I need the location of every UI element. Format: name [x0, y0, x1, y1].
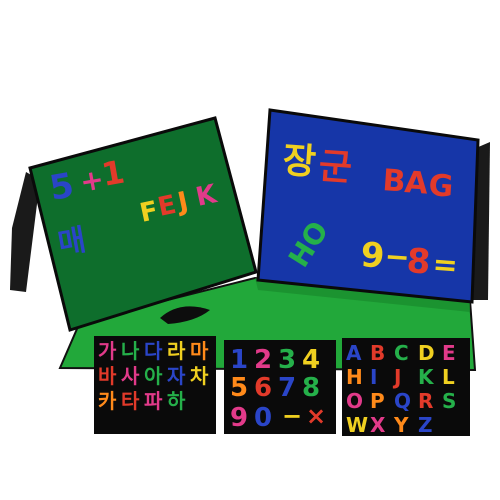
felt-char: 1 [230, 345, 248, 375]
felt-char: 9 [359, 235, 385, 277]
felt-char: Z [418, 413, 433, 437]
felt-char: 6 [254, 373, 272, 403]
felt-char: × [306, 402, 326, 430]
felt-char: 장 [281, 140, 317, 183]
felt-char: 라 [167, 339, 186, 363]
felt-char: 8 [405, 241, 431, 283]
felt-char: 파 [144, 389, 163, 413]
felt-char: 2 [254, 345, 272, 375]
product-photo: 5 + 1 F E J K 매 장 군 B A G HO 9 − 8 = 가나다… [10, 108, 490, 437]
felt-char: 사 [121, 364, 140, 388]
felt-char: 자 [167, 364, 186, 388]
felt-char: 9 [230, 403, 248, 433]
felt-char: 마 [190, 339, 209, 363]
felt-char: L [442, 365, 455, 389]
felt-char: K [418, 365, 435, 389]
felt-char: 아 [144, 364, 163, 388]
tile-korean-letters: 가 나 다 라 마바 사 아 자 차카 타 파 하 [94, 336, 216, 434]
felt-char: C [394, 341, 409, 365]
felt-char: D [418, 341, 435, 365]
felt-char: 0 [254, 403, 272, 433]
felt-char: 군 [317, 146, 353, 189]
blue-board-word: B A G [381, 163, 454, 205]
felt-char: I [370, 365, 377, 389]
felt-char: 가 [98, 339, 117, 363]
felt-char: Q [394, 389, 411, 413]
felt-char: 7 [278, 373, 296, 403]
felt-char: J [392, 365, 401, 389]
felt-char: 카 [98, 389, 117, 413]
felt-char: X [370, 413, 386, 437]
felt-char: 4 [302, 345, 320, 375]
felt-char: 바 [98, 364, 117, 388]
felt-char: A [403, 165, 429, 202]
felt-char: 8 [302, 373, 320, 403]
felt-char: R [418, 389, 433, 413]
felt-char: S [442, 389, 456, 413]
felt-char: 하 [167, 389, 186, 413]
felt-char: 차 [190, 364, 209, 388]
felt-char: G [427, 168, 454, 205]
felt-char: A [346, 341, 362, 365]
felt-char: E [442, 341, 456, 365]
felt-char: Y [393, 413, 409, 437]
felt-char: 다 [144, 339, 163, 363]
felt-char: 타 [121, 389, 140, 413]
felt-char: W [346, 413, 368, 437]
felt-char: 5 [230, 373, 248, 403]
felt-char: − [282, 402, 302, 430]
felt-char: 나 [121, 339, 140, 363]
felt-char: B [370, 341, 385, 365]
tile-numbers: 1 2 3 4 5 6 7 8 9 0 − × [224, 340, 336, 434]
felt-char: 3 [278, 345, 296, 375]
felt-char: O [346, 389, 363, 413]
felt-char: = [431, 247, 459, 284]
tile-alphabet: A B C D E H I J K L O P Q R S W X Y Z [342, 338, 470, 437]
felt-char: P [370, 389, 385, 413]
felt-char: H [346, 365, 363, 389]
